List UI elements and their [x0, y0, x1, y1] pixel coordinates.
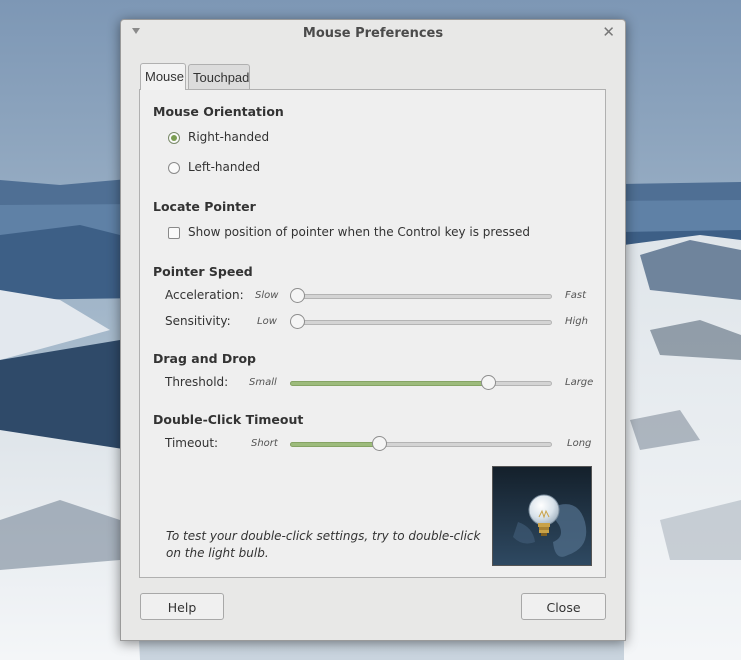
- threshold-slider[interactable]: [290, 375, 552, 391]
- timeout-label: Timeout:: [165, 436, 219, 450]
- acceleration-min-label: Slow: [255, 290, 279, 301]
- sensitivity-max-label: High: [565, 316, 588, 327]
- right-handed-label[interactable]: Right-handed: [188, 130, 269, 144]
- threshold-min-label: Small: [249, 377, 277, 388]
- mouse-preferences-window: Mouse Preferences ✕ Mouse Touchpad Mouse…: [120, 19, 626, 641]
- slider-fill: [290, 442, 379, 447]
- tab-touchpad[interactable]: Touchpad: [188, 64, 250, 89]
- acceleration-label: Acceleration:: [165, 288, 244, 302]
- mouse-tab-panel: Mouse Orientation Right-handed Left-hand…: [139, 89, 606, 578]
- slider-thumb[interactable]: [480, 375, 496, 390]
- sensitivity-slider[interactable]: [290, 314, 552, 330]
- drag-and-drop-heading: Drag and Drop: [153, 351, 256, 366]
- double-click-heading: Double-Click Timeout: [153, 412, 304, 427]
- left-handed-radio[interactable]: [168, 162, 180, 174]
- slider-thumb[interactable]: [290, 314, 305, 329]
- light-bulb-test-area[interactable]: [492, 466, 592, 566]
- right-handed-radio[interactable]: [168, 132, 180, 144]
- window-title: Mouse Preferences: [302, 26, 444, 41]
- sensitivity-min-label: Low: [257, 316, 277, 327]
- help-button[interactable]: Help: [140, 593, 224, 620]
- slider-fill: [290, 381, 488, 386]
- double-click-test-text: To test your double-click settings, try …: [166, 529, 481, 560]
- pointer-speed-heading: Pointer Speed: [153, 264, 253, 279]
- locate-pointer-label[interactable]: Show position of pointer when the Contro…: [188, 225, 530, 239]
- close-button[interactable]: Close: [521, 593, 606, 620]
- threshold-max-label: Large: [565, 377, 594, 388]
- acceleration-slider[interactable]: [290, 288, 552, 304]
- threshold-label: Threshold:: [165, 375, 229, 389]
- mouse-orientation-heading: Mouse Orientation: [153, 104, 284, 119]
- slider-thumb[interactable]: [371, 436, 387, 451]
- timeout-min-label: Short: [251, 438, 278, 449]
- slider-thumb[interactable]: [290, 288, 305, 303]
- tab-mouse[interactable]: Mouse: [140, 63, 186, 90]
- close-icon[interactable]: ✕: [602, 24, 615, 40]
- left-handed-label[interactable]: Left-handed: [188, 160, 260, 174]
- locate-pointer-heading: Locate Pointer: [153, 199, 256, 214]
- timeout-max-label: Long: [567, 438, 592, 449]
- locate-pointer-checkbox[interactable]: [168, 227, 180, 239]
- sensitivity-label: Sensitivity:: [165, 314, 231, 328]
- title-bar[interactable]: Mouse Preferences ✕: [121, 20, 625, 48]
- timeout-slider[interactable]: [290, 436, 552, 452]
- slider-track: [290, 294, 552, 299]
- light-bulb-icon[interactable]: [493, 467, 592, 566]
- slider-track: [290, 320, 552, 325]
- acceleration-max-label: Fast: [565, 290, 587, 301]
